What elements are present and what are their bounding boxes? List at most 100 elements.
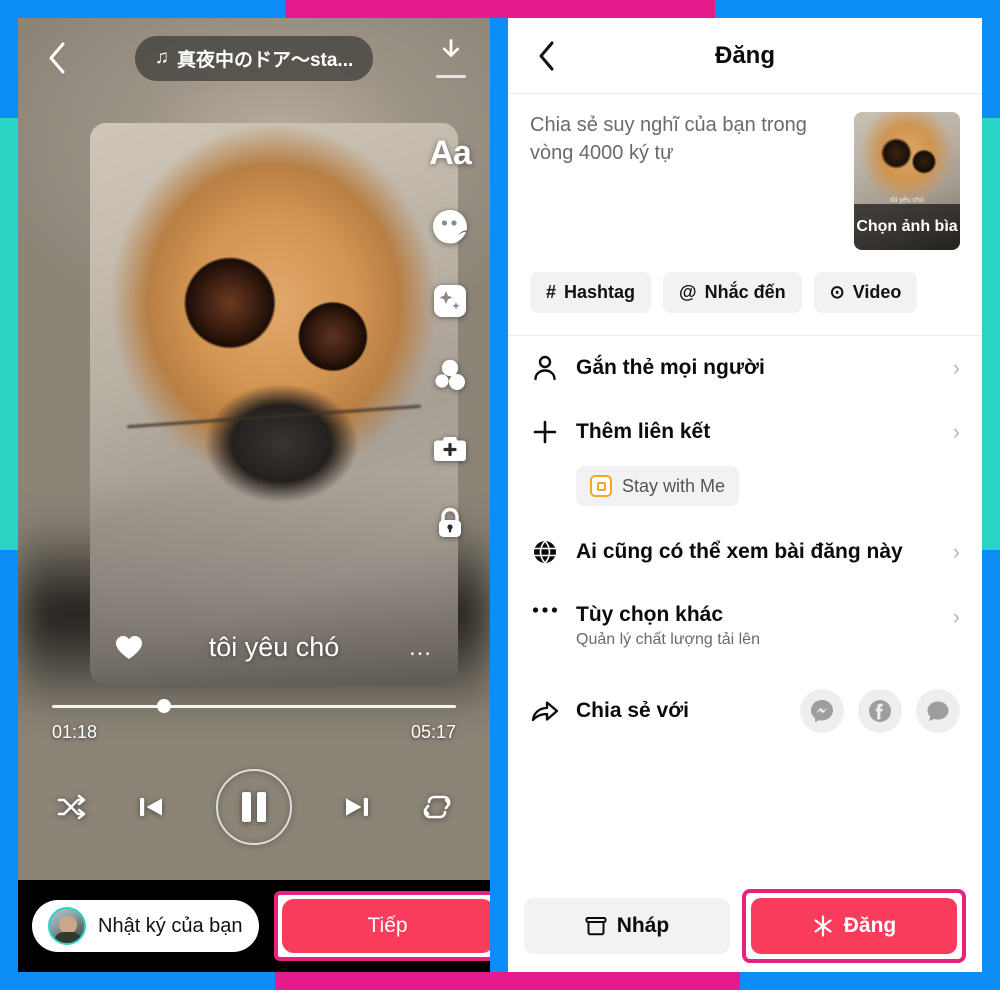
cover-select-bar[interactable]: Chọn ảnh bìa	[854, 204, 960, 250]
video-caption-text: tôi yêu chó	[208, 632, 340, 662]
sparkle-icon[interactable]	[427, 278, 473, 324]
row-add-link[interactable]: Thêm liên kết ›	[530, 400, 960, 464]
facebook-icon[interactable]	[858, 689, 902, 733]
camera-plus-icon[interactable]	[427, 426, 473, 472]
total-time-label: 05:17	[410, 722, 456, 742]
next-button-highlight: Tiếp	[273, 891, 490, 961]
aa-text-icon[interactable]: Aa	[427, 130, 473, 176]
caption-input-area[interactable]: Chia sẻ suy nghĩ của bạn trong vòng 4000…	[530, 112, 840, 250]
repeat-icon[interactable]	[422, 794, 452, 820]
frame-band-right-middle	[982, 118, 1000, 550]
current-time-label: 01:18	[52, 722, 98, 742]
music-note-icon: ♫	[154, 47, 169, 68]
post-button-highlight: Đăng	[742, 889, 966, 963]
editor-tool-rail: Aa	[418, 130, 482, 546]
lock-icon[interactable]	[427, 500, 473, 546]
skip-previous-icon[interactable]	[136, 792, 166, 822]
row-share-with: Chia sẻ với	[530, 668, 960, 754]
music-player-controls: 01:18 05:17	[18, 686, 490, 876]
row-more-options[interactable]: Tùy chọn khác Quản lý chất lượng tải lên…	[530, 584, 960, 668]
chevron-right-icon[interactable]: ›	[944, 355, 960, 381]
frame-band-bottom-right	[740, 972, 1000, 990]
frame-band-right-top	[982, 0, 1000, 118]
row-main: Gắn thẻ mọi người	[576, 356, 928, 380]
video-circle-icon: ⊙	[829, 282, 845, 302]
mention-icon: @	[679, 282, 697, 302]
page-title: Đăng	[715, 41, 775, 69]
globe-icon	[530, 539, 560, 565]
composer-option-rows: Gắn thẻ mọi người › Thêm liên kết › Stay…	[508, 336, 982, 754]
caption-placeholder: Chia sẻ suy nghĩ của bạn trong vòng 4000…	[530, 114, 807, 164]
row-label: Thêm liên kết	[576, 420, 711, 443]
row-label: Ai cũng có thể xem bài đăng này	[576, 540, 903, 563]
back-button[interactable]	[530, 39, 564, 73]
composer-body: Chia sẻ suy nghĩ của bạn trong vòng 4000…	[508, 94, 982, 250]
story-destination-chip[interactable]: Nhật ký của bạn	[32, 900, 259, 952]
ellipsis-icon[interactable]: …	[404, 634, 434, 662]
archive-box-icon	[585, 915, 607, 937]
back-button[interactable]	[40, 41, 74, 75]
story-destination-label: Nhật ký của bạn	[98, 914, 243, 937]
chevron-right-icon[interactable]: ›	[944, 604, 960, 630]
download-button[interactable]	[434, 38, 468, 78]
attached-link-label: Stay with Me	[622, 475, 726, 496]
cover-select-label: Chọn ảnh bìa	[856, 218, 958, 235]
frame-band-left-top	[0, 0, 18, 118]
hashtag-chip[interactable]: # Hashtag	[530, 272, 652, 313]
share-targets	[800, 689, 960, 733]
mention-chip-label: Nhắc đến	[704, 282, 786, 302]
row-main: Tùy chọn khác Quản lý chất lượng tải lên	[576, 603, 928, 649]
hashtag-chip-label: Hashtag	[564, 282, 636, 302]
story-editor-bottom-bar: Nhật ký của bạn Tiếp	[18, 880, 490, 972]
chevron-right-icon[interactable]: ›	[944, 419, 960, 445]
video-chip[interactable]: ⊙ Video	[813, 272, 918, 313]
frame-band-top-middle	[285, 0, 715, 18]
sparkle-star-icon	[812, 915, 834, 937]
music-app-icon	[590, 475, 612, 497]
draft-button-label: Nháp	[616, 914, 670, 937]
screenshot-root: ♫ 真夜中のドア〜sta... Aa tôi yêu chó … 01:18 0…	[0, 0, 1000, 990]
story-editor-topbar: ♫ 真夜中のドア〜sta...	[18, 18, 490, 98]
attached-link-chip[interactable]: Stay with Me	[576, 466, 740, 506]
next-button[interactable]: Tiếp	[281, 899, 490, 953]
post-composer-panel: Đăng Chia sẻ suy nghĩ của bạn trong vòng…	[508, 18, 982, 972]
seek-knob[interactable]	[157, 699, 172, 713]
music-title-pill[interactable]: ♫ 真夜中のドア〜sta...	[134, 35, 374, 81]
skip-next-icon[interactable]	[342, 792, 372, 822]
frame-band-bottom-left	[0, 972, 275, 990]
row-main: Ai cũng có thể xem bài đăng này	[576, 540, 928, 564]
messenger-icon[interactable]	[800, 689, 844, 733]
post-button[interactable]: Đăng	[751, 898, 957, 954]
mention-chip[interactable]: @ Nhắc đến	[663, 272, 802, 313]
cover-thumbnail[interactable]: tôi yêu chó Chọn ảnh bìa	[854, 112, 960, 250]
cover-mini-caption: tôi yêu chó	[890, 197, 924, 204]
seek-track	[52, 705, 456, 708]
seek-bar[interactable]	[52, 699, 456, 713]
ellipsis-icon	[530, 606, 560, 614]
share-arrow-icon	[530, 698, 560, 724]
pause-icon[interactable]	[216, 769, 292, 845]
row-main: Chia sẻ với	[576, 699, 784, 723]
row-label: Tùy chọn khác	[576, 603, 724, 626]
story-editor-panel: ♫ 真夜中のドア〜sta... Aa tôi yêu chó … 01:18 0…	[18, 18, 490, 972]
draft-button[interactable]: Nháp	[524, 898, 730, 954]
row-sublabel: Quản lý chất lượng tải lên	[576, 631, 760, 648]
frame-band-right-bottom	[982, 550, 1000, 990]
frame-band-top-left	[0, 0, 285, 18]
download-underline	[436, 75, 466, 78]
sticker-face-icon[interactable]	[427, 204, 473, 250]
player-times: 01:18 05:17	[52, 722, 456, 743]
shuffle-icon[interactable]	[56, 794, 86, 820]
next-button-wrapper: Tiếp	[268, 886, 490, 966]
post-button-label: Đăng	[843, 914, 897, 937]
frame-band-top-right	[715, 0, 1000, 18]
heart-icon[interactable]	[114, 634, 144, 662]
message-bubble-icon[interactable]	[916, 689, 960, 733]
row-audience[interactable]: Ai cũng có thể xem bài đăng này ›	[530, 520, 960, 584]
chevron-right-icon[interactable]: ›	[944, 539, 960, 565]
blobs-icon[interactable]	[427, 352, 473, 398]
row-tag-people[interactable]: Gắn thẻ mọi người ›	[530, 336, 960, 400]
person-icon	[530, 355, 560, 381]
story-preview-card[interactable]: tôi yêu chó …	[90, 123, 458, 685]
frame-band-left-bottom	[0, 550, 18, 990]
